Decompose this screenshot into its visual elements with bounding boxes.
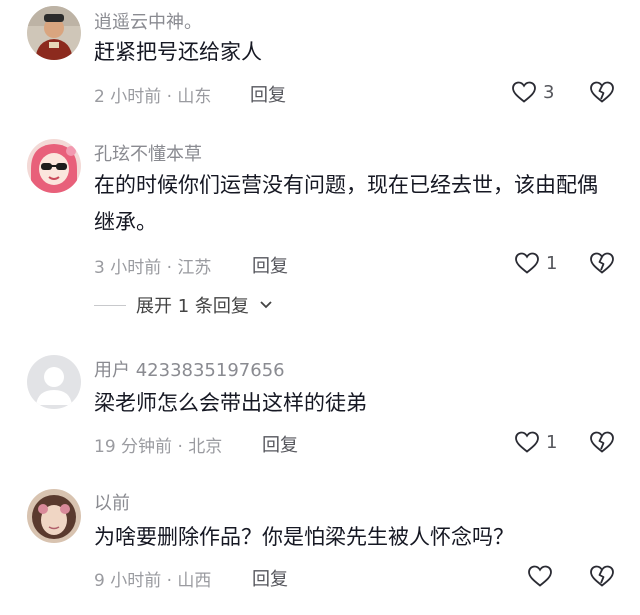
- like-button[interactable]: [527, 564, 559, 588]
- username[interactable]: 以前: [94, 489, 130, 515]
- dislike-button[interactable]: [589, 564, 615, 592]
- comment-meta: 9 小时前 · 山西: [94, 571, 212, 591]
- avatar[interactable]: [27, 489, 81, 543]
- comment-item: 以前 为啥要删除作品？你是怕梁先生被人怀念吗？ 9 小时前 · 山西 回复: [0, 0, 640, 615]
- heart-outline-icon: [528, 565, 552, 587]
- comment-text: 为啥要删除作品？你是怕梁先生被人怀念吗？: [94, 525, 514, 549]
- broken-heart-icon: [590, 565, 614, 587]
- reply-button[interactable]: 回复: [252, 565, 288, 591]
